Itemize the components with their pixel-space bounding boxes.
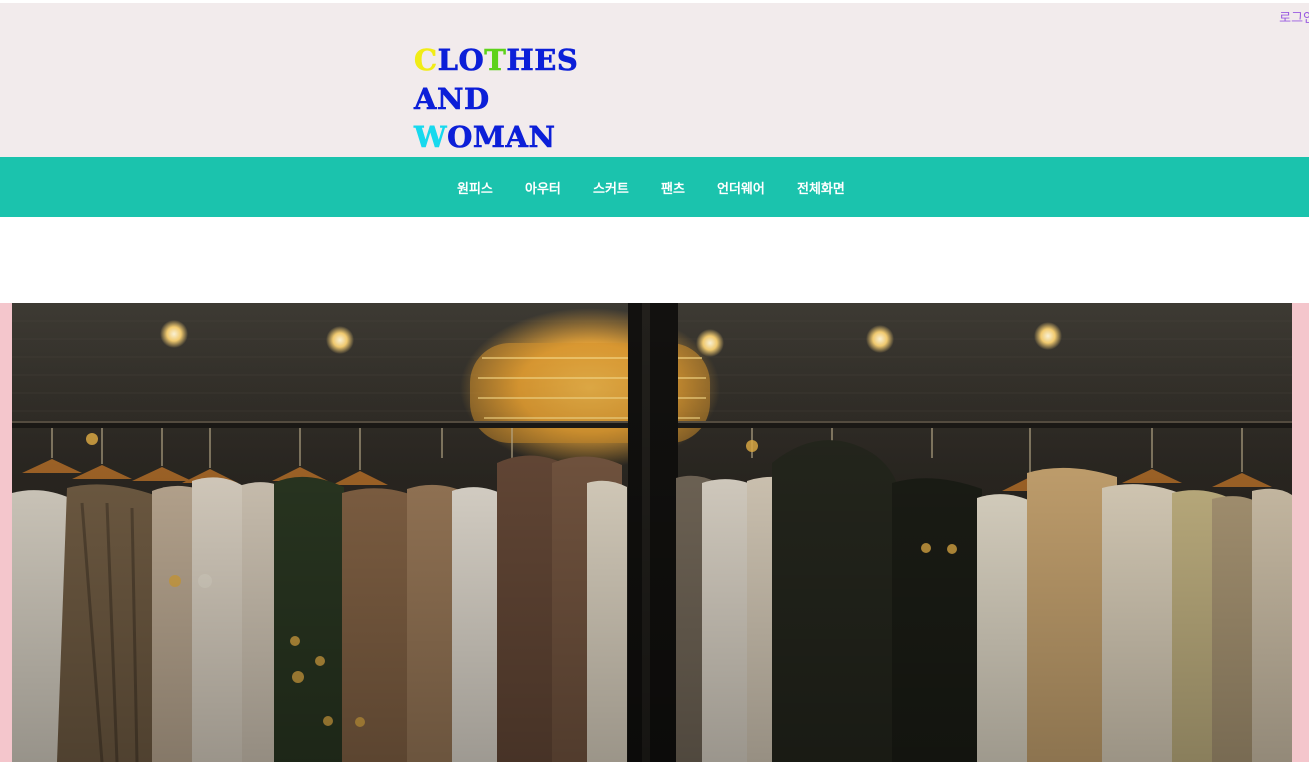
clothing-rack-photo — [12, 303, 1292, 762]
page: 로그인 CLOTHES AND WOMAN 원피스 아우터 스커트 팬츠 언더웨… — [0, 0, 1309, 762]
login-link[interactable]: 로그인 — [1279, 7, 1309, 26]
nav-item-outer[interactable]: 아우터 — [525, 178, 561, 197]
logo-line-2: AND — [414, 81, 490, 116]
nav-item-all[interactable]: 전체화면 — [797, 178, 845, 197]
main-nav: 원피스 아우터 스커트 팬츠 언더웨어 전체화면 — [0, 157, 1309, 217]
nav-item-onepiece[interactable]: 원피스 — [457, 178, 493, 197]
nav-menu: 원피스 아우터 스커트 팬츠 언더웨어 전체화면 — [0, 157, 1309, 217]
nav-item-underwear[interactable]: 언더웨어 — [717, 178, 765, 197]
site-logo[interactable]: CLOTHES AND WOMAN — [414, 41, 578, 157]
site-header: 로그인 CLOTHES AND WOMAN — [0, 3, 1309, 157]
nav-item-skirt[interactable]: 스커트 — [593, 178, 629, 197]
nav-item-pants[interactable]: 팬츠 — [661, 178, 685, 197]
logo-line-1: CLOTHES — [414, 43, 579, 78]
logo-line-3: WOMAN — [414, 120, 556, 155]
